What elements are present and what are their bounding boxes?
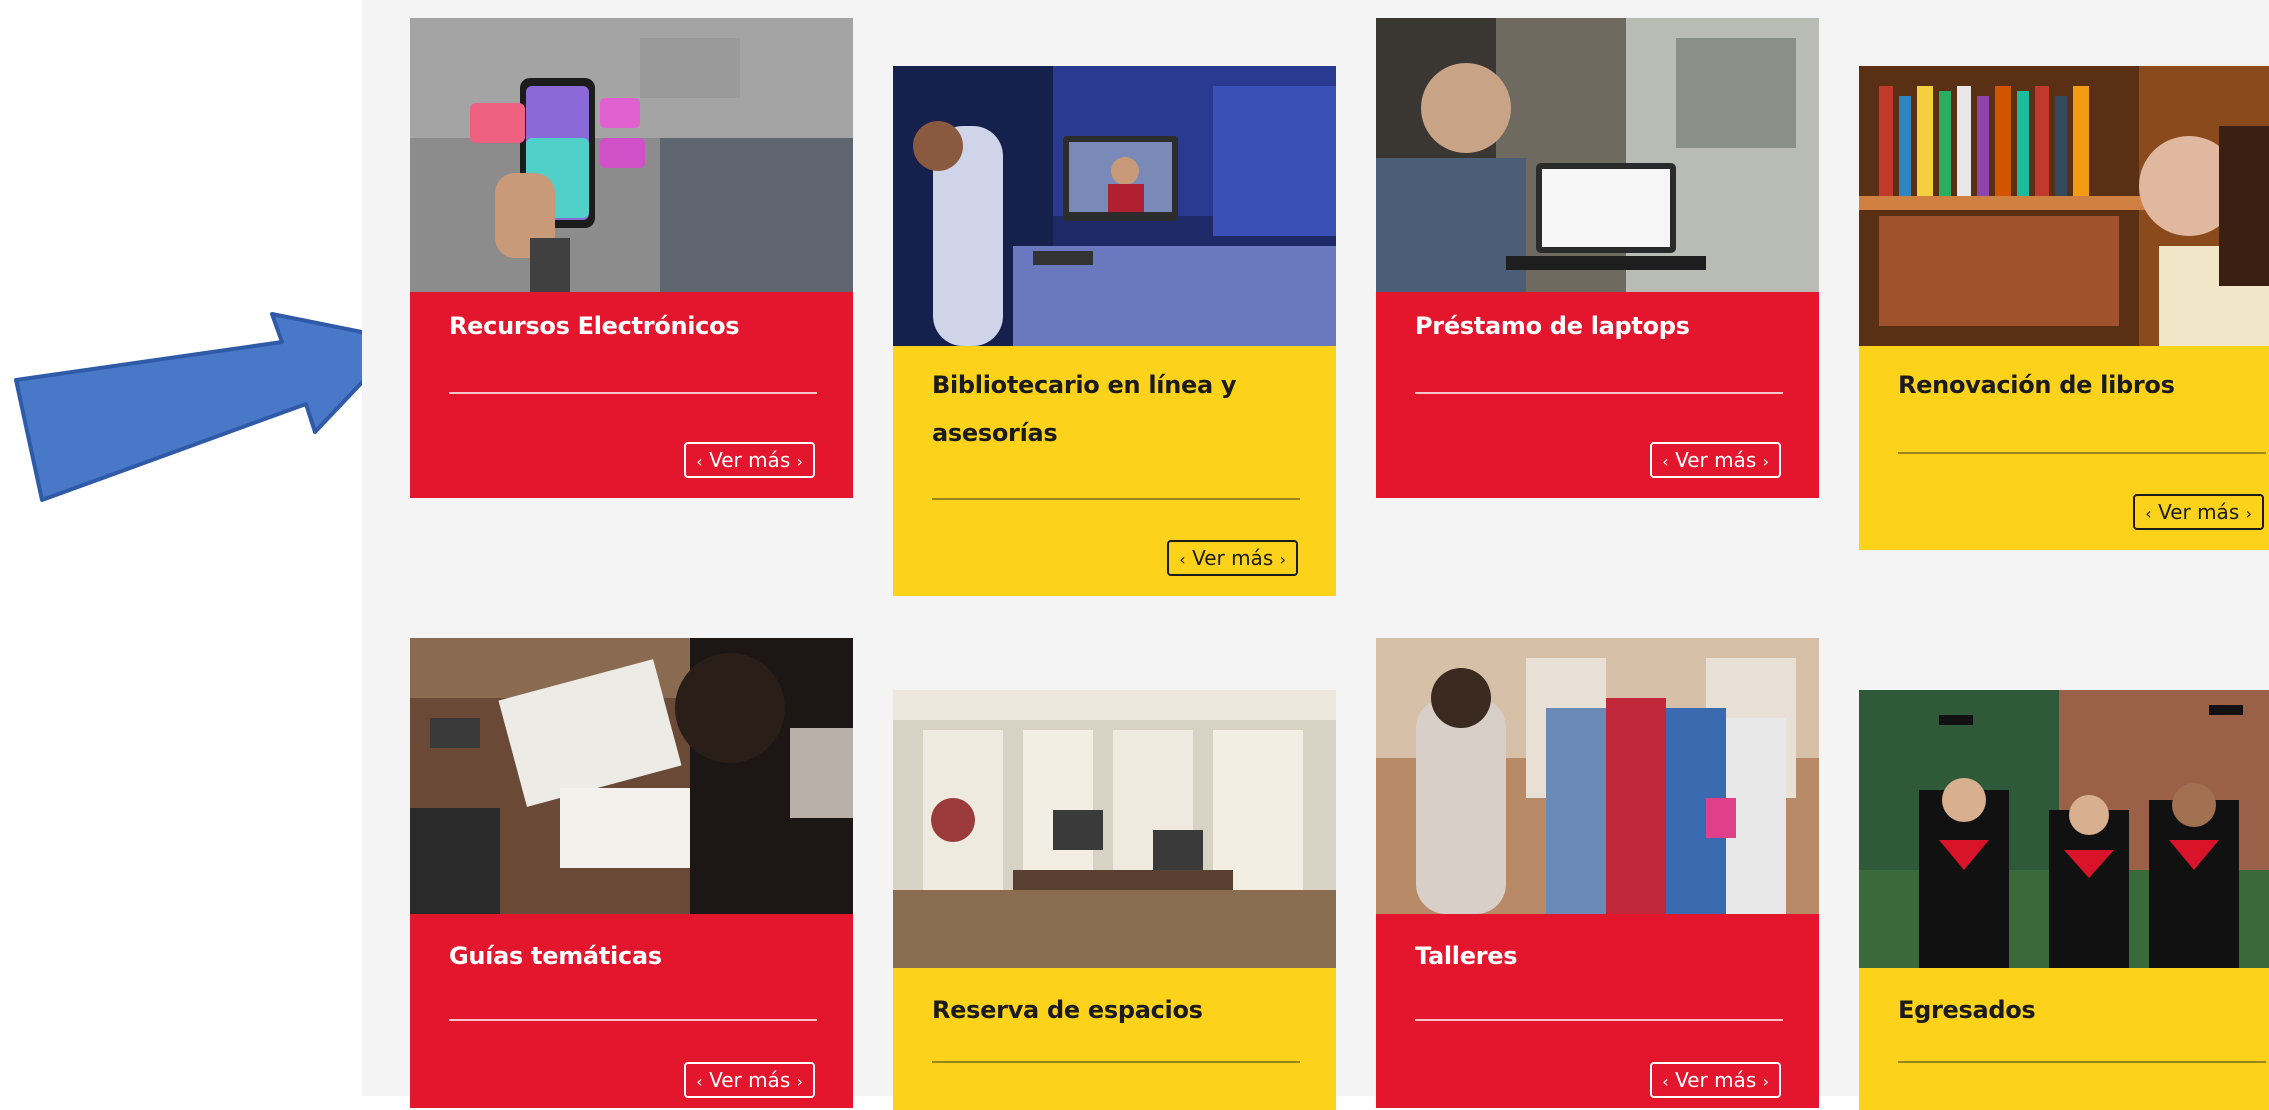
chevron-right-icon: › (1762, 1072, 1769, 1091)
card-title: Egresados (1898, 996, 2036, 1024)
card-image (1859, 66, 2269, 346)
card-image (1376, 638, 1819, 914)
divider (449, 392, 817, 394)
chevron-left-icon: ‹ (2145, 504, 2152, 523)
ver-mas-button[interactable]: ‹ Ver más › (1167, 540, 1298, 576)
chevron-left-icon: ‹ (1662, 452, 1669, 471)
divider (1898, 1061, 2266, 1063)
ver-mas-label: Ver más (1675, 1068, 1757, 1092)
ver-mas-button[interactable]: ‹ Ver más › (2133, 494, 2264, 530)
card-title: Recursos Electrónicos (449, 312, 740, 340)
chevron-left-icon: ‹ (1179, 550, 1186, 569)
chevron-right-icon: › (1762, 452, 1769, 471)
card-talleres[interactable]: Talleres ‹ Ver más › (1376, 638, 1819, 1108)
ver-mas-label: Ver más (2158, 500, 2240, 524)
chevron-left-icon: ‹ (696, 1072, 703, 1091)
card-title: Bibliotecario en línea y asesorías (932, 371, 1237, 447)
ver-mas-button[interactable]: ‹ Ver más › (1650, 442, 1781, 478)
divider (1898, 452, 2266, 454)
chevron-right-icon: › (1279, 550, 1286, 569)
ver-mas-button[interactable]: ‹ Ver más › (684, 442, 815, 478)
card-image (893, 66, 1336, 346)
chevron-left-icon: ‹ (696, 452, 703, 471)
ver-mas-label: Ver más (1675, 448, 1757, 472)
chevron-right-icon: › (2245, 504, 2252, 523)
card-title: Préstamo de laptops (1415, 312, 1690, 340)
card-title: Reserva de espacios (932, 996, 1203, 1024)
ver-mas-label: Ver más (709, 448, 791, 472)
ver-mas-label: Ver más (709, 1068, 791, 1092)
services-grid: Recursos Electrónicos ‹ Ver más › Biblio… (362, 0, 2269, 1110)
card-image (410, 638, 853, 914)
card-guias-tematicas[interactable]: Guías temáticas ‹ Ver más › (410, 638, 853, 1108)
card-egresados[interactable]: Egresados (1859, 690, 2269, 1110)
divider (932, 1061, 1300, 1063)
card-prestamo-de-laptops[interactable]: Préstamo de laptops ‹ Ver más › (1376, 18, 1819, 498)
card-title: Guías temáticas (449, 942, 662, 970)
chevron-right-icon: › (796, 1072, 803, 1091)
card-image (1376, 18, 1819, 292)
card-image (893, 690, 1336, 968)
ver-mas-button[interactable]: ‹ Ver más › (684, 1062, 815, 1098)
arrow-right-icon (14, 312, 404, 502)
card-image (1859, 690, 2269, 968)
ver-mas-label: Ver más (1192, 546, 1274, 570)
ver-mas-button[interactable]: ‹ Ver más › (1650, 1062, 1781, 1098)
divider (932, 498, 1300, 500)
divider (1415, 1019, 1783, 1021)
card-image (410, 18, 853, 292)
card-renovacion-de-libros[interactable]: Renovación de libros ‹ Ver más › (1859, 66, 2269, 550)
chevron-left-icon: ‹ (1662, 1072, 1669, 1091)
card-title: Talleres (1415, 942, 1518, 970)
card-reserva-de-espacios[interactable]: Reserva de espacios (893, 690, 1336, 1110)
card-title: Renovación de libros (1898, 371, 2175, 399)
card-bibliotecario-en-linea[interactable]: Bibliotecario en línea y asesorías ‹ Ver… (893, 66, 1336, 596)
divider (1415, 392, 1783, 394)
card-recursos-electronicos[interactable]: Recursos Electrónicos ‹ Ver más › (410, 18, 853, 498)
chevron-right-icon: › (796, 452, 803, 471)
divider (449, 1019, 817, 1021)
